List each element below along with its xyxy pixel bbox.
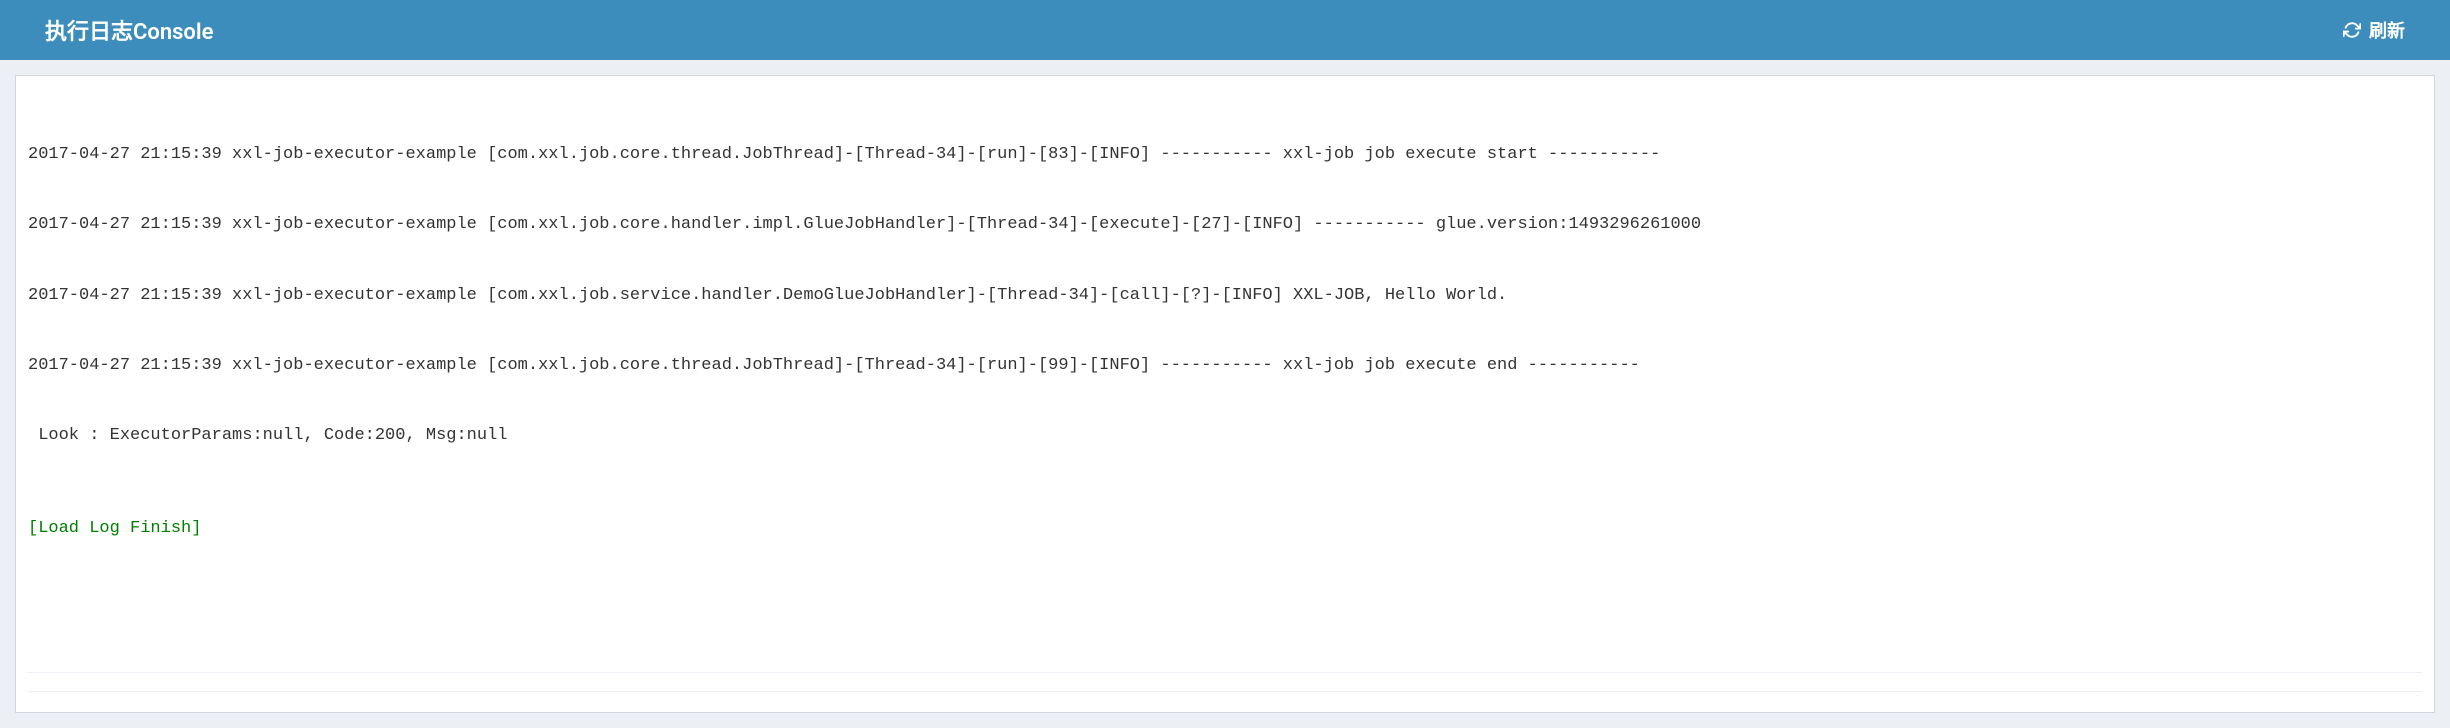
log-line: Look : ExecutorParams:null, Code:200, Ms… [28, 424, 2422, 447]
refresh-button[interactable]: 刷新 [2343, 17, 2405, 43]
log-line: 2017-04-27 21:15:39 xxl-job-executor-exa… [28, 143, 2422, 166]
log-line: 2017-04-27 21:15:39 xxl-job-executor-exa… [28, 213, 2422, 236]
refresh-label: 刷新 [2369, 17, 2405, 43]
page-title: 执行日志Console [45, 14, 213, 46]
log-finish-label: [Load Log Finish] [28, 517, 2422, 540]
log-content: 2017-04-27 21:15:39 xxl-job-executor-exa… [28, 96, 2422, 587]
log-line: 2017-04-27 21:15:39 xxl-job-executor-exa… [28, 284, 2422, 307]
divider [28, 691, 2422, 692]
log-panel: 2017-04-27 21:15:39 xxl-job-executor-exa… [15, 75, 2435, 713]
content-wrapper: 2017-04-27 21:15:39 xxl-job-executor-exa… [0, 60, 2450, 728]
log-line: 2017-04-27 21:15:39 xxl-job-executor-exa… [28, 354, 2422, 377]
header-bar: 执行日志Console 刷新 [0, 0, 2450, 60]
refresh-icon [2343, 21, 2361, 39]
